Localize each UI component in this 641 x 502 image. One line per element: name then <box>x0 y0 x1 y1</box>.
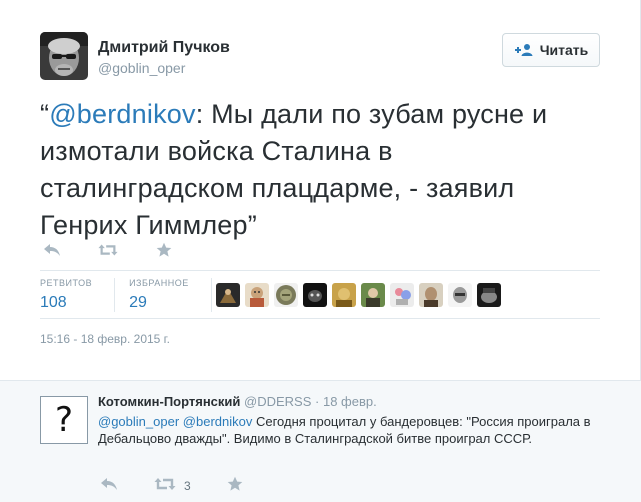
retweet-icon[interactable] <box>98 241 118 259</box>
divider <box>40 318 600 319</box>
reply-author-name[interactable]: Котомкин-Портянский <box>98 394 240 409</box>
favoriter-avatar[interactable] <box>216 283 240 307</box>
favorites-stat[interactable]: ИЗБРАННОЕ 29 <box>129 278 212 312</box>
author-name[interactable]: Дмитрий Пучков <box>98 39 230 57</box>
reply-author-avatar[interactable]: ? <box>40 396 88 444</box>
reply-actions: 3 <box>100 476 279 495</box>
retweets-stat[interactable]: РЕТВИТОВ 108 <box>40 278 116 312</box>
favoriter-avatar[interactable] <box>332 283 356 307</box>
tweet-mention[interactable]: @berdnikov <box>49 99 195 129</box>
reply-icon <box>100 477 118 494</box>
author-handle[interactable]: @goblin_oper <box>98 60 185 76</box>
divider <box>40 270 600 271</box>
close-quote: ” <box>247 210 257 240</box>
favoriters-avatars <box>216 283 501 307</box>
favoriter-avatar[interactable] <box>419 283 443 307</box>
reply-author-handle[interactable]: @DDERSS <box>244 394 311 409</box>
reply-mention[interactable]: @goblin_oper <box>98 414 179 429</box>
reply-retweet-count: 3 <box>184 478 191 493</box>
reply-separator: · <box>315 394 320 409</box>
favoriter-avatar[interactable] <box>477 283 501 307</box>
favorite-icon[interactable] <box>154 241 174 259</box>
follow-button-label: Читать <box>539 42 589 58</box>
favoriter-avatar[interactable] <box>390 283 414 307</box>
retweets-label: РЕТВИТОВ <box>40 278 93 288</box>
author-avatar[interactable] <box>40 32 88 80</box>
favoriter-avatar[interactable] <box>274 283 298 307</box>
reply-retweet-button[interactable]: 3 <box>154 477 191 494</box>
tweet-stats: РЕТВИТОВ 108 ИЗБРАННОЕ 29 <box>40 278 226 312</box>
retweet-icon <box>154 477 176 494</box>
follow-user-icon <box>514 43 534 57</box>
tweet-actions <box>42 240 174 260</box>
favorite-icon <box>227 476 243 495</box>
reply-favorite-button[interactable] <box>227 476 243 495</box>
favoriter-avatar[interactable] <box>303 283 327 307</box>
reply-reply-button[interactable] <box>100 477 118 494</box>
retweets-count: 108 <box>40 294 67 311</box>
main-tweet: Дмитрий Пучков @goblin_oper Читать “@ber… <box>0 0 641 380</box>
favoriter-avatar[interactable] <box>361 283 385 307</box>
reply-date[interactable]: 18 февр. <box>323 394 377 409</box>
open-quote: “ <box>40 99 50 129</box>
reply-header: Котомкин-Портянский @DDERSS · 18 февр. <box>98 394 377 409</box>
favoriter-avatar[interactable] <box>448 283 472 307</box>
tweet-timestamp[interactable]: 15:16 - 18 февр. 2015 г. <box>40 332 170 346</box>
favorites-count: 29 <box>129 294 147 311</box>
reply-tweet[interactable]: ? Котомкин-Портянский @DDERSS · 18 февр.… <box>0 380 641 502</box>
tweet-text: “@berdnikov: Мы дали по зубам русне и из… <box>40 96 600 244</box>
favorites-label: ИЗБРАННОЕ <box>129 278 189 288</box>
reply-icon[interactable] <box>42 241 62 259</box>
reply-text: @goblin_oper @berdnikov Сегодня процитал… <box>98 413 598 447</box>
favoriter-avatar[interactable] <box>245 283 269 307</box>
reply-mention[interactable]: @berdnikov <box>183 414 253 429</box>
follow-button[interactable]: Читать <box>502 33 600 67</box>
